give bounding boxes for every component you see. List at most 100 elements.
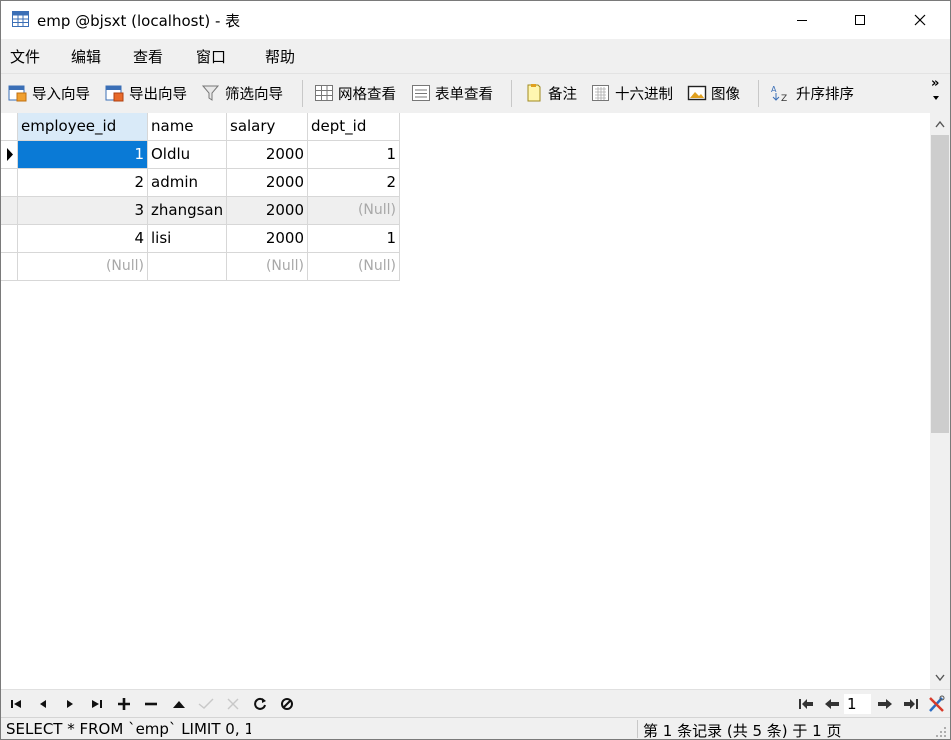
column-header-employee_id[interactable]: employee_id <box>18 113 148 141</box>
page-number-input[interactable]: 1 <box>844 694 871 714</box>
hex-button[interactable]: 十六进制 <box>591 81 673 105</box>
menu-bar: 文件 编辑 查看 窗口 帮助 <box>1 39 950 73</box>
title-bar: emp @bjsxt (localhost) - 表 <box>1 1 950 39</box>
chevron-down-icon <box>933 96 939 100</box>
grid-view-label: 网格查看 <box>338 86 396 103</box>
row-selector[interactable] <box>1 197 18 225</box>
menu-edit[interactable]: 编辑 <box>71 46 101 67</box>
next-page-icon <box>878 699 892 709</box>
table-cell-salary[interactable]: 2000 <box>227 169 308 197</box>
table-cell-dept_id[interactable]: (Null) <box>308 197 400 225</box>
import-icon <box>8 85 27 102</box>
next-page-button[interactable] <box>875 695 895 713</box>
triangle-up-icon <box>173 701 185 708</box>
first-page-button[interactable] <box>796 695 816 713</box>
memo-button[interactable]: 备注 <box>524 81 577 105</box>
hex-icon <box>592 85 609 101</box>
scrollbar-thumb[interactable] <box>931 135 949 433</box>
memo-label: 备注 <box>548 86 577 103</box>
table-cell-employee_id[interactable]: 2 <box>18 169 148 197</box>
column-header-name[interactable]: name <box>148 113 227 141</box>
table-cell-name[interactable] <box>148 253 227 281</box>
delete-record-button[interactable] <box>141 695 161 713</box>
column-header-dept_id[interactable]: dept_id <box>308 113 400 141</box>
hex-label: 十六进制 <box>615 86 673 103</box>
tools-icon <box>929 695 945 712</box>
grid-view-icon <box>315 85 333 101</box>
filter-wizard-button[interactable]: 筛选向导 <box>201 81 283 105</box>
check-icon <box>198 698 214 709</box>
maximize-icon <box>855 15 865 25</box>
scroll-down-button[interactable] <box>930 667 950 689</box>
close-button[interactable] <box>891 1 949 39</box>
table-cell-name[interactable]: Oldlu <box>148 141 227 169</box>
table-cell-name[interactable]: lisi <box>148 225 227 253</box>
menu-view[interactable]: 查看 <box>133 46 163 67</box>
first-page-icon <box>799 699 813 709</box>
add-record-button[interactable] <box>114 695 134 713</box>
table-cell-dept_id[interactable]: 2 <box>308 169 400 197</box>
row-selector[interactable] <box>1 141 18 169</box>
settings-button[interactable] <box>927 695 947 713</box>
import-wizard-button[interactable]: 导入向导 <box>8 81 90 105</box>
minimize-button[interactable] <box>773 1 831 39</box>
apply-changes-button[interactable] <box>196 695 216 713</box>
last-page-button[interactable] <box>901 695 921 713</box>
stop-button[interactable] <box>277 695 297 713</box>
table-cell-name[interactable]: zhangsan <box>148 197 227 225</box>
table-cell-employee_id[interactable]: (Null) <box>18 253 148 281</box>
scroll-up-button[interactable] <box>930 113 950 135</box>
table-cell-dept_id[interactable]: 1 <box>308 225 400 253</box>
previous-record-button[interactable] <box>33 695 53 713</box>
next-record-button[interactable] <box>60 695 80 713</box>
table-cell-employee_id[interactable]: 1 <box>18 141 148 169</box>
table-cell-salary[interactable]: (Null) <box>227 253 308 281</box>
previous-page-button[interactable] <box>822 695 842 713</box>
maximize-button[interactable] <box>831 1 889 39</box>
refresh-button[interactable] <box>250 695 270 713</box>
vertical-scrollbar[interactable] <box>930 113 950 689</box>
image-label: 图像 <box>711 86 740 103</box>
table-cell-employee_id[interactable]: 3 <box>18 197 148 225</box>
discard-changes-button[interactable] <box>223 695 243 713</box>
stop-icon <box>281 698 293 710</box>
first-record-button[interactable] <box>6 695 26 713</box>
menu-file[interactable]: 文件 <box>10 46 40 67</box>
table-cell-name[interactable]: admin <box>148 169 227 197</box>
table-cell-salary[interactable]: 2000 <box>227 197 308 225</box>
toolbar-separator <box>758 80 759 107</box>
image-button[interactable]: 图像 <box>687 81 740 105</box>
resize-grip-icon[interactable] <box>935 726 947 738</box>
grid-view-button[interactable]: 网格查看 <box>314 81 396 105</box>
last-record-button[interactable] <box>87 695 107 713</box>
edit-record-button[interactable] <box>169 695 189 713</box>
window-title: emp @bjsxt (localhost) - 表 <box>37 12 241 30</box>
filter-icon <box>201 85 220 101</box>
status-separator <box>637 720 638 738</box>
table-cell-salary[interactable]: 2000 <box>227 141 308 169</box>
status-sql-query: SELECT * FROM `emp` LIMIT 0, 1000 <box>6 720 251 738</box>
row-selector[interactable] <box>1 169 18 197</box>
form-view-label: 表单查看 <box>435 86 493 103</box>
table-cell-dept_id[interactable]: (Null) <box>308 253 400 281</box>
sort-ascending-button[interactable]: AZ 升序排序 <box>770 81 854 105</box>
previous-icon <box>40 700 46 708</box>
toolbar-overflow-button[interactable]: » <box>931 76 941 106</box>
form-view-icon <box>412 85 430 101</box>
data-grid: employee_id name salary dept_id 1 Oldlu 2000 1 2… <box>1 113 930 689</box>
row-selector[interactable] <box>1 225 18 253</box>
sort-ascending-label: 升序排序 <box>796 86 854 103</box>
table-cell-salary[interactable]: 2000 <box>227 225 308 253</box>
menu-window[interactable]: 窗口 <box>196 46 226 67</box>
filter-wizard-label: 筛选向导 <box>225 86 283 103</box>
table-cell-dept_id[interactable]: 1 <box>308 141 400 169</box>
table-cell-employee_id[interactable]: 4 <box>18 225 148 253</box>
form-view-button[interactable]: 表单查看 <box>411 81 493 105</box>
svg-text:A: A <box>771 85 777 94</box>
export-wizard-button[interactable]: 导出向导 <box>105 81 187 105</box>
menu-help[interactable]: 帮助 <box>265 46 295 67</box>
column-header-salary[interactable]: salary <box>227 113 308 141</box>
export-wizard-label: 导出向导 <box>129 86 187 103</box>
row-selector[interactable] <box>1 253 18 281</box>
minimize-icon <box>797 20 807 21</box>
